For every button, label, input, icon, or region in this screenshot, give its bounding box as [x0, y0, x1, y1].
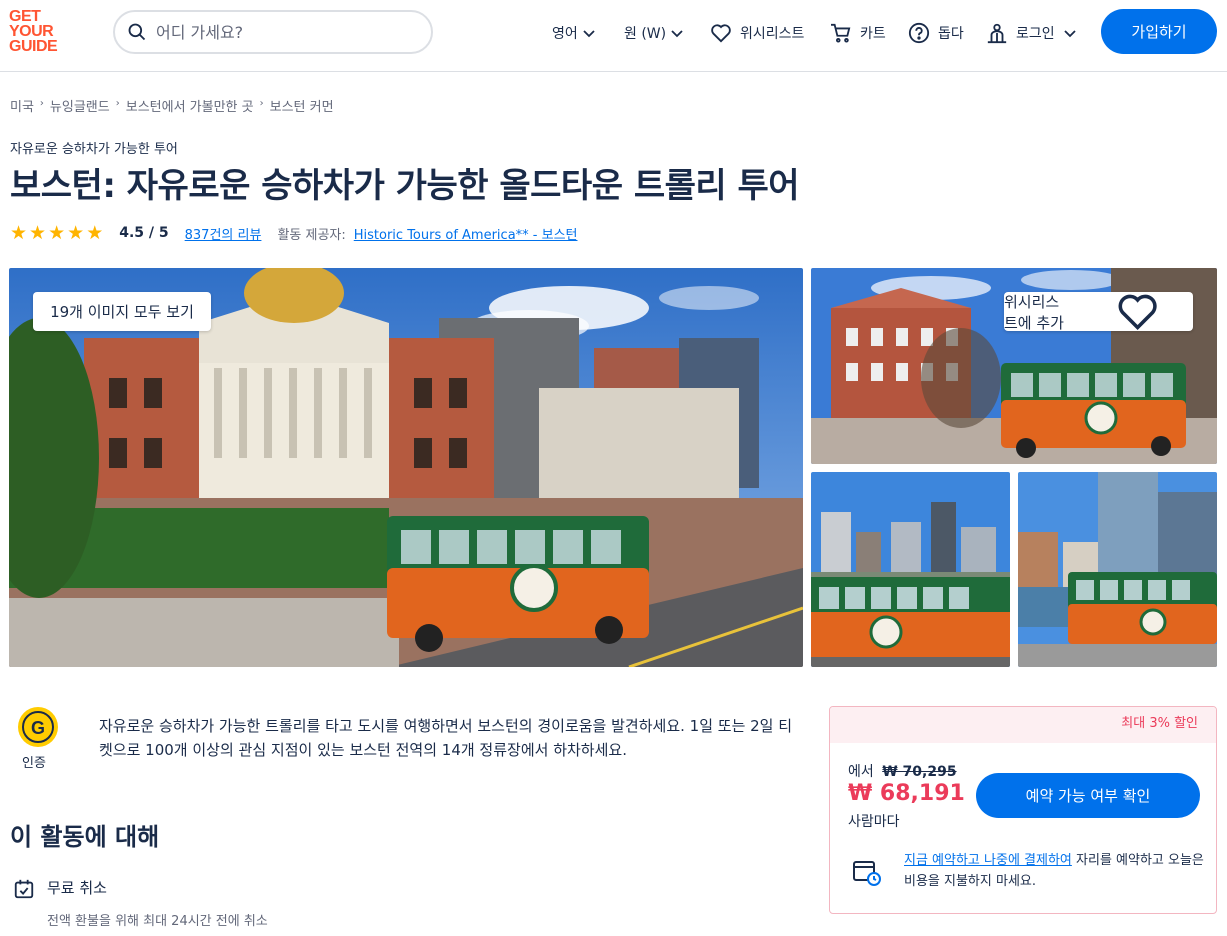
- heart-icon: [711, 24, 731, 43]
- price-from: 에서 ₩ 70,295: [848, 761, 957, 781]
- activity-category: 자유로운 승하차가 가능한 투어: [10, 142, 178, 157]
- certified-badge-icon: G: [18, 707, 58, 747]
- reserve-now-link[interactable]: 지금 예약하고 나중에 결제하여: [904, 853, 1072, 868]
- from-label: 에서: [848, 764, 874, 780]
- view-all-images-label: 19개 이미지 모두 보기: [50, 303, 194, 321]
- free-cancellation-subtitle: 전액 환불을 위해 최대 24시간 전에 취소: [47, 914, 268, 929]
- about-section-title: 이 활동에 대해: [10, 823, 160, 851]
- cart-link[interactable]: 카트: [830, 21, 886, 45]
- breadcrumb-item-boston[interactable]: 보스턴에서 가볼만한 곳: [126, 96, 254, 115]
- page-title: 보스턴: 자유로운 승하차가 가능한 올드타운 트롤리 투어: [10, 166, 800, 206]
- calendar-check-icon: [14, 879, 34, 899]
- view-all-images-button[interactable]: 19개 이미지 모두 보기: [33, 292, 211, 331]
- photo-faneuil-hall[interactable]: 위시리스트에 추가: [811, 268, 1217, 464]
- help-link[interactable]: 돕다: [908, 21, 964, 45]
- per-person-label: 사람마다: [848, 814, 900, 830]
- language-label: 영어: [552, 26, 578, 42]
- current-price: ₩ 68,191: [848, 781, 965, 806]
- star-icon: ★: [86, 221, 104, 244]
- signup-button[interactable]: 가입하기: [1101, 9, 1217, 54]
- chevron-down-icon: [1064, 30, 1076, 38]
- add-to-wishlist-button[interactable]: 위시리스트에 추가: [1004, 292, 1193, 332]
- logo-line-3: GUIDE: [9, 38, 58, 55]
- breadcrumb-separator-icon: ›: [39, 98, 44, 109]
- chevron-down-icon: [583, 30, 595, 38]
- breadcrumb-separator-icon: ›: [259, 98, 264, 109]
- badge-letter: G: [31, 718, 45, 738]
- heart-icon: [1118, 294, 1157, 330]
- breadcrumb-item-boston-common[interactable]: 보스턴 커먼: [270, 96, 334, 115]
- provider-label: 활동 제공자:: [277, 227, 346, 243]
- chevron-down-icon: [671, 30, 683, 38]
- breadcrumb-item-new-england[interactable]: 뉴잉글랜드: [50, 96, 110, 115]
- user-group-icon: [987, 23, 1007, 44]
- main-photo-state-house[interactable]: 19개 이미지 모두 보기: [9, 268, 803, 667]
- harbor-trolley-image: [1018, 472, 1217, 667]
- login-selector[interactable]: 로그인: [986, 21, 1077, 45]
- add-to-wishlist-label: 위시리스트에 추가: [1004, 292, 1064, 332]
- top-header: GET YOUR GUIDE 영어 원 (W) 위시리스트 카트 돕다 로그인 …: [0, 0, 1227, 72]
- original-price: ₩ 70,295: [882, 764, 957, 780]
- star-icon: ★: [48, 221, 66, 244]
- currency-selector[interactable]: 원 (W): [624, 21, 684, 45]
- help-label: 돕다: [938, 26, 964, 42]
- booking-card: 최대 3% 할인 에서 ₩ 70,295 ₩ 68,191 사람마다 예약 가능…: [829, 706, 1217, 914]
- calendar-clock-icon: [853, 861, 881, 886]
- reviews-link[interactable]: 837건의 리뷰: [185, 224, 262, 243]
- rating-stars: ★ ★ ★ ★ ★: [10, 221, 104, 244]
- photo-skyline-trolley[interactable]: [811, 472, 1010, 667]
- language-selector[interactable]: 영어: [552, 21, 596, 45]
- search-input[interactable]: [156, 22, 416, 42]
- wishlist-label: 위시리스트: [740, 26, 805, 42]
- login-label: 로그인: [1016, 26, 1055, 42]
- free-cancellation-title: 무료 취소: [47, 879, 107, 897]
- breadcrumb: 미국 › 뉴잉글랜드 › 보스턴에서 가볼만한 곳 › 보스턴 커먼: [10, 96, 334, 115]
- wishlist-link[interactable]: 위시리스트: [710, 21, 804, 45]
- star-icon: ★: [67, 221, 85, 244]
- cart-label: 카트: [860, 26, 886, 42]
- getyourguide-logo[interactable]: GET YOUR GUIDE: [9, 8, 67, 55]
- cart-icon: [831, 23, 851, 43]
- star-icon: ★: [10, 221, 28, 244]
- question-circle-icon: [908, 22, 930, 44]
- star-icon: ★: [29, 221, 47, 244]
- currency-label: 원 (W): [624, 26, 667, 42]
- discount-banner: 최대 3% 할인: [830, 707, 1216, 743]
- activity-description: 자유로운 승하차가 가능한 트롤리를 타고 도시를 여행하면서 보스턴의 경이로…: [99, 717, 793, 759]
- certified-badge-label: 인증: [22, 756, 46, 771]
- skyline-trolley-image: [811, 472, 1010, 667]
- search-icon: [128, 23, 146, 41]
- breadcrumb-item-usa[interactable]: 미국: [10, 96, 34, 115]
- rating-row: ★ ★ ★ ★ ★ 4.5 / 5 837건의 리뷰 활동 제공자: Histo…: [10, 222, 578, 244]
- rating-value: 4.5 / 5: [119, 225, 169, 241]
- breadcrumb-separator-icon: ›: [115, 98, 120, 109]
- search-bar[interactable]: [113, 10, 433, 54]
- check-availability-button[interactable]: 예약 가능 여부 확인: [976, 773, 1200, 818]
- reserve-now-pay-later-text: 지금 예약하고 나중에 결제하여 자리를 예약하고 오늘은 비용을 지불하지 마…: [904, 850, 1204, 892]
- provider-link[interactable]: Historic Tours of America** - 보스턴: [354, 224, 578, 243]
- logo-line-1: GET: [9, 8, 41, 25]
- photo-harbor-trolley[interactable]: [1018, 472, 1217, 667]
- logo-line-2: YOUR: [9, 23, 54, 40]
